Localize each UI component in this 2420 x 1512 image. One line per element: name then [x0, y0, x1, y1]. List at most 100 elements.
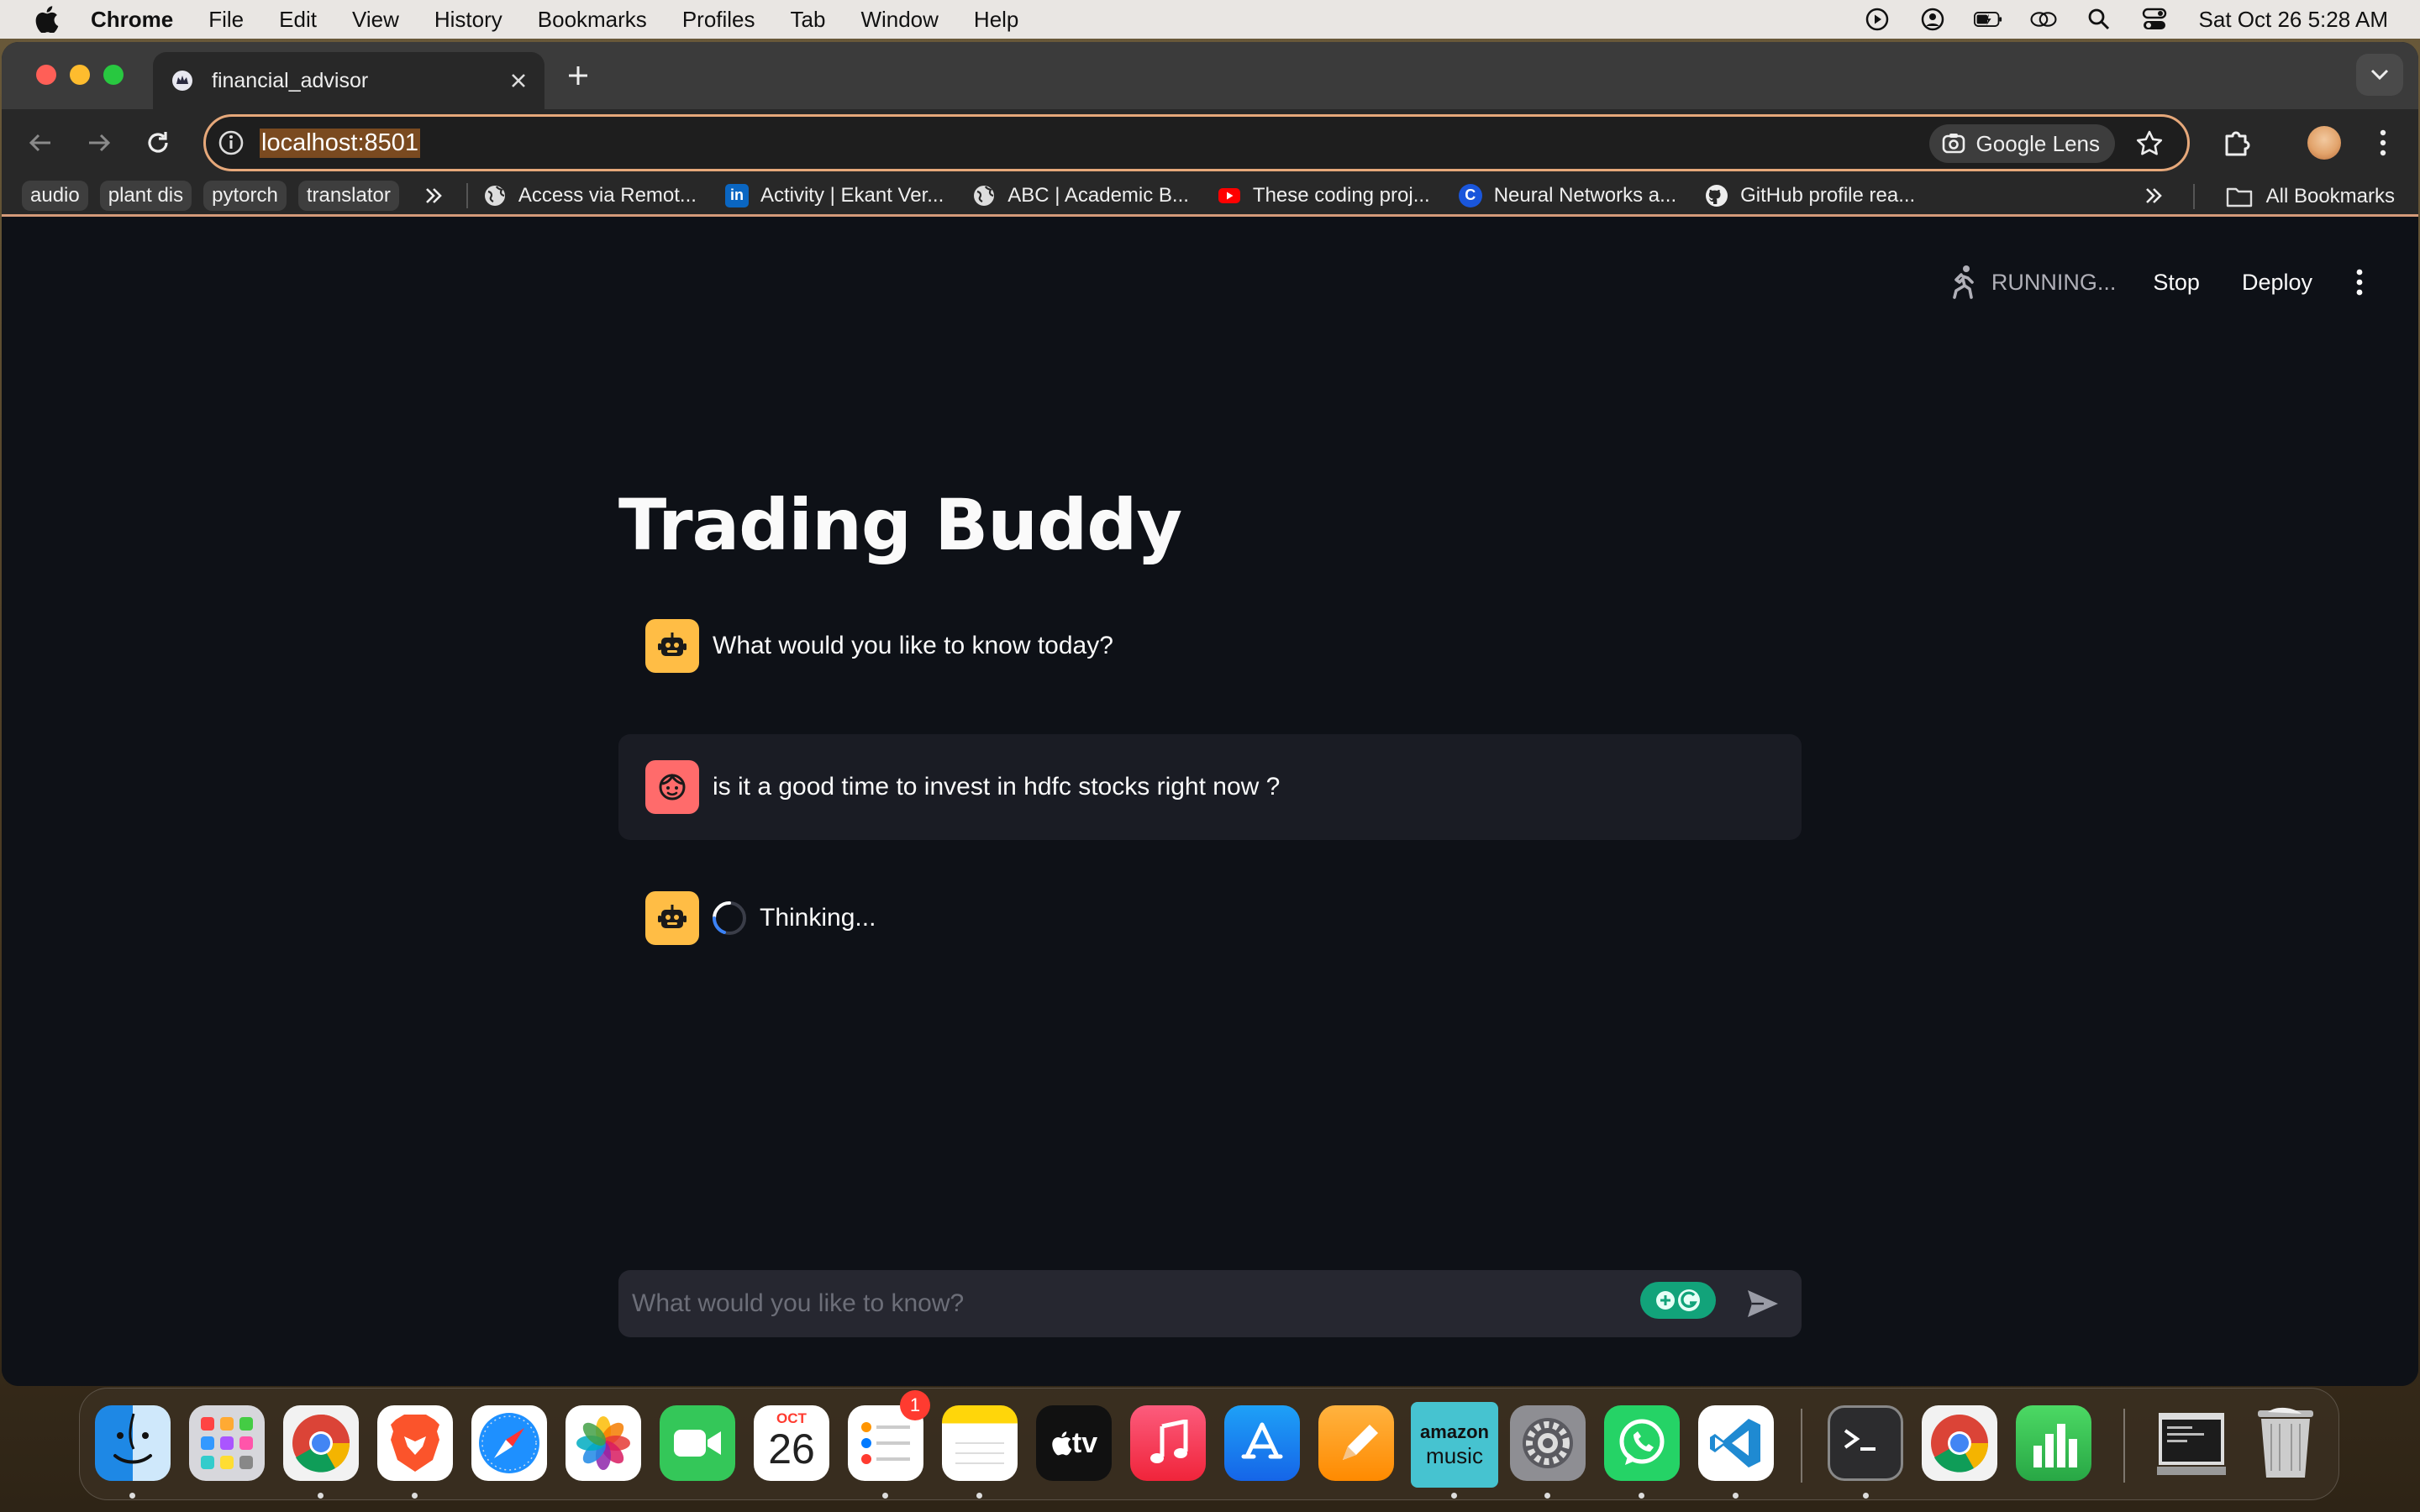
bookmark-coding-projects[interactable]: These coding proj...: [1218, 184, 1430, 207]
chat-message-assistant: What would you like to know today?: [618, 615, 1802, 677]
bookmark-star-icon[interactable]: [2135, 129, 2164, 158]
profile-avatar[interactable]: [2307, 126, 2341, 160]
minimize-window-button[interactable]: [70, 65, 90, 85]
chevron-down-icon: [2370, 69, 2389, 81]
photos-icon[interactable]: [566, 1405, 641, 1481]
url-text[interactable]: localhost:8501: [260, 128, 421, 158]
screen-mirroring-icon[interactable]: [2029, 7, 2058, 32]
spotlight-search-icon[interactable]: [2085, 7, 2113, 32]
chat-message-assistant-thinking: Thinking...: [618, 887, 1802, 949]
menu-profiles[interactable]: Profiles: [682, 7, 755, 33]
bookmark-neural-networks[interactable]: C Neural Networks a...: [1458, 183, 1676, 207]
menu-help[interactable]: Help: [974, 7, 1018, 33]
apple-tv-icon[interactable]: tv: [1036, 1405, 1112, 1481]
chrome-icon[interactable]: [283, 1405, 359, 1481]
bookmark-activity-linkedin[interactable]: in Activity | Ekant Ver...: [724, 183, 944, 207]
terminal-icon[interactable]: [1828, 1405, 1903, 1481]
menu-bookmarks[interactable]: Bookmarks: [538, 7, 647, 33]
launchpad-icon[interactable]: [189, 1405, 265, 1481]
chrome-menu-icon[interactable]: [2373, 128, 2393, 158]
streamlit-app: RUNNING... Stop Deploy Trading Buddy Wha…: [2, 249, 2418, 1386]
numbers-icon[interactable]: [2016, 1405, 2091, 1481]
chrome-icon[interactable]: [1922, 1405, 1997, 1481]
bookmark-label: ABC | Academic B...: [1007, 183, 1189, 207]
whatsapp-icon[interactable]: [1604, 1405, 1680, 1481]
send-icon[interactable]: [1744, 1287, 1781, 1320]
extensions-puzzle-icon[interactable]: [2220, 126, 2254, 160]
facetime-icon[interactable]: [660, 1405, 735, 1481]
stop-button[interactable]: Stop: [2153, 270, 2200, 296]
github-icon: [1706, 184, 1728, 207]
brave-icon[interactable]: [377, 1405, 453, 1481]
macos-menu-bar: Chrome File Edit View History Bookmarks …: [0, 0, 2420, 39]
battery-icon[interactable]: [1973, 7, 2002, 32]
google-lens-button[interactable]: Google Lens: [1928, 124, 2115, 163]
calendar-icon[interactable]: OCT 26: [754, 1405, 829, 1481]
double-chevron-right-icon[interactable]: [423, 185, 445, 207]
close-window-button[interactable]: [36, 65, 56, 85]
bookmark-abc-academic[interactable]: ABC | Academic B...: [972, 184, 1189, 207]
pages-icon[interactable]: [1318, 1405, 1394, 1481]
folder-icon: [2226, 187, 2252, 207]
forward-arrow-icon[interactable]: [84, 128, 114, 158]
menu-view[interactable]: View: [352, 7, 399, 33]
downloads-icon[interactable]: [2154, 1405, 2229, 1481]
system-settings-icon[interactable]: [1510, 1405, 1586, 1481]
reload-icon[interactable]: [143, 128, 173, 158]
amazon-music-icon[interactable]: amazon music: [1411, 1402, 1498, 1488]
amazon-label: amazon: [1420, 1420, 1489, 1442]
menu-window[interactable]: Window: [860, 7, 938, 33]
bookmarks-divider: [466, 182, 468, 208]
more-bookmarks-chevron-icon[interactable]: [2143, 185, 2165, 207]
menu-history[interactable]: History: [434, 7, 502, 33]
c-icon: C: [1458, 183, 1482, 207]
bookmark-chip-plant-dis[interactable]: plant dis: [99, 180, 192, 211]
linkedin-icon: in: [724, 183, 749, 207]
apple-icon[interactable]: [34, 6, 59, 33]
bookmark-access-via-remote[interactable]: Access via Remot...: [483, 184, 697, 207]
running-indicator: [976, 1493, 982, 1499]
streamlit-header: RUNNING... Stop Deploy: [1944, 249, 2418, 316]
menu-edit[interactable]: Edit: [279, 7, 317, 33]
bookmark-github-profile[interactable]: GitHub profile rea...: [1705, 184, 1915, 207]
music-icon[interactable]: [1130, 1405, 1206, 1481]
control-center-icon[interactable]: [2140, 7, 2169, 32]
running-indicator: [129, 1493, 135, 1499]
back-arrow-icon[interactable]: [25, 128, 55, 158]
app-store-icon[interactable]: [1224, 1405, 1300, 1481]
tab-search-button[interactable]: [2356, 54, 2403, 96]
vscode-icon[interactable]: [1698, 1405, 1774, 1481]
close-tab-icon[interactable]: [509, 71, 528, 90]
calendar-day: 26: [768, 1425, 815, 1473]
main-menu-icon[interactable]: [2354, 268, 2365, 297]
bookmark-chip-audio[interactable]: audio: [22, 180, 88, 211]
bookmark-chip-pytorch[interactable]: pytorch: [203, 180, 287, 211]
menu-app-name[interactable]: Chrome: [91, 7, 173, 33]
notes-icon[interactable]: [942, 1405, 1018, 1481]
tab-title: financial_advisor: [212, 68, 369, 92]
chat-input[interactable]: [632, 1289, 1607, 1318]
safari-icon[interactable]: [471, 1405, 547, 1481]
menu-bar-clock[interactable]: Sat Oct 26 5:28 AM: [2199, 7, 2388, 33]
macos-dock: OCT 26 1 tv amazon music: [79, 1388, 2339, 1500]
bookmark-label: These coding proj...: [1252, 183, 1430, 207]
all-bookmarks-button[interactable]: All Bookmarks: [2226, 176, 2395, 217]
tab-financial-advisor[interactable]: financial_advisor: [153, 52, 544, 109]
bookmarks-bar: audio plant dis pytorch translator Acces…: [2, 176, 2418, 217]
menu-tab[interactable]: Tab: [791, 7, 826, 33]
grammarly-icon: [1656, 1289, 1700, 1311]
chat-message-text: What would you like to know today?: [713, 632, 1113, 659]
bookmark-chip-translator[interactable]: translator: [297, 180, 399, 211]
new-tab-icon[interactable]: [566, 64, 590, 87]
address-bar[interactable]: localhost:8501 Google Lens: [203, 114, 2190, 171]
lens-icon: [1942, 134, 1965, 154]
finder-icon[interactable]: [95, 1405, 171, 1481]
deploy-button[interactable]: Deploy: [2242, 270, 2312, 296]
fullscreen-window-button[interactable]: [103, 65, 124, 85]
trash-icon[interactable]: [2248, 1405, 2323, 1481]
menu-file[interactable]: File: [208, 7, 244, 33]
site-info-icon[interactable]: [216, 128, 246, 158]
play-circle-icon[interactable]: [1863, 7, 1891, 32]
user-circle-icon[interactable]: [1918, 7, 1947, 32]
grammarly-widget[interactable]: [1640, 1282, 1716, 1319]
